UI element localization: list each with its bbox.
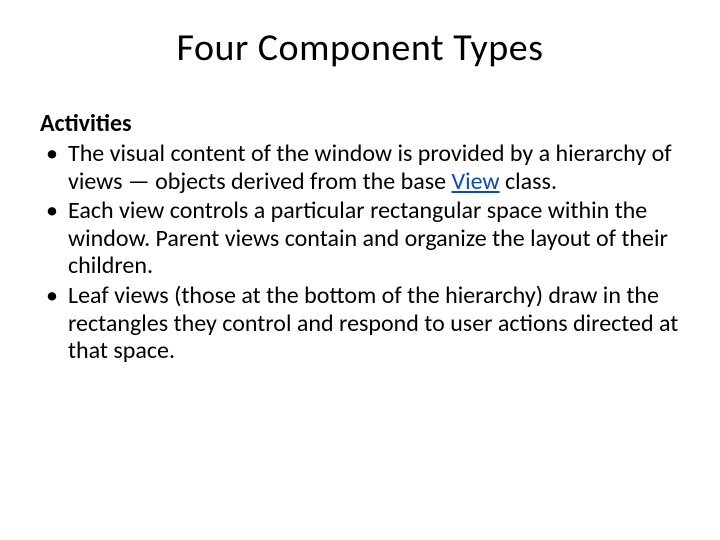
bullet-text-post: class. [500, 167, 557, 196]
content-area: Activities The visual content of the win… [40, 109, 680, 365]
list-item: The visual content of the window is prov… [40, 140, 680, 195]
slide-title: Four Component Types [40, 25, 680, 71]
list-item: Each view controls a particular rectangu… [40, 197, 680, 280]
subheading: Activities [40, 109, 680, 138]
bullet-text-pre: The visual content of the window is prov… [68, 139, 672, 196]
view-link[interactable]: View [451, 167, 499, 196]
bullet-list: The visual content of the window is prov… [40, 140, 680, 365]
slide-container: Four Component Types Activities The visu… [0, 0, 720, 540]
list-item: Leaf views (those at the bottom of the h… [40, 282, 680, 365]
